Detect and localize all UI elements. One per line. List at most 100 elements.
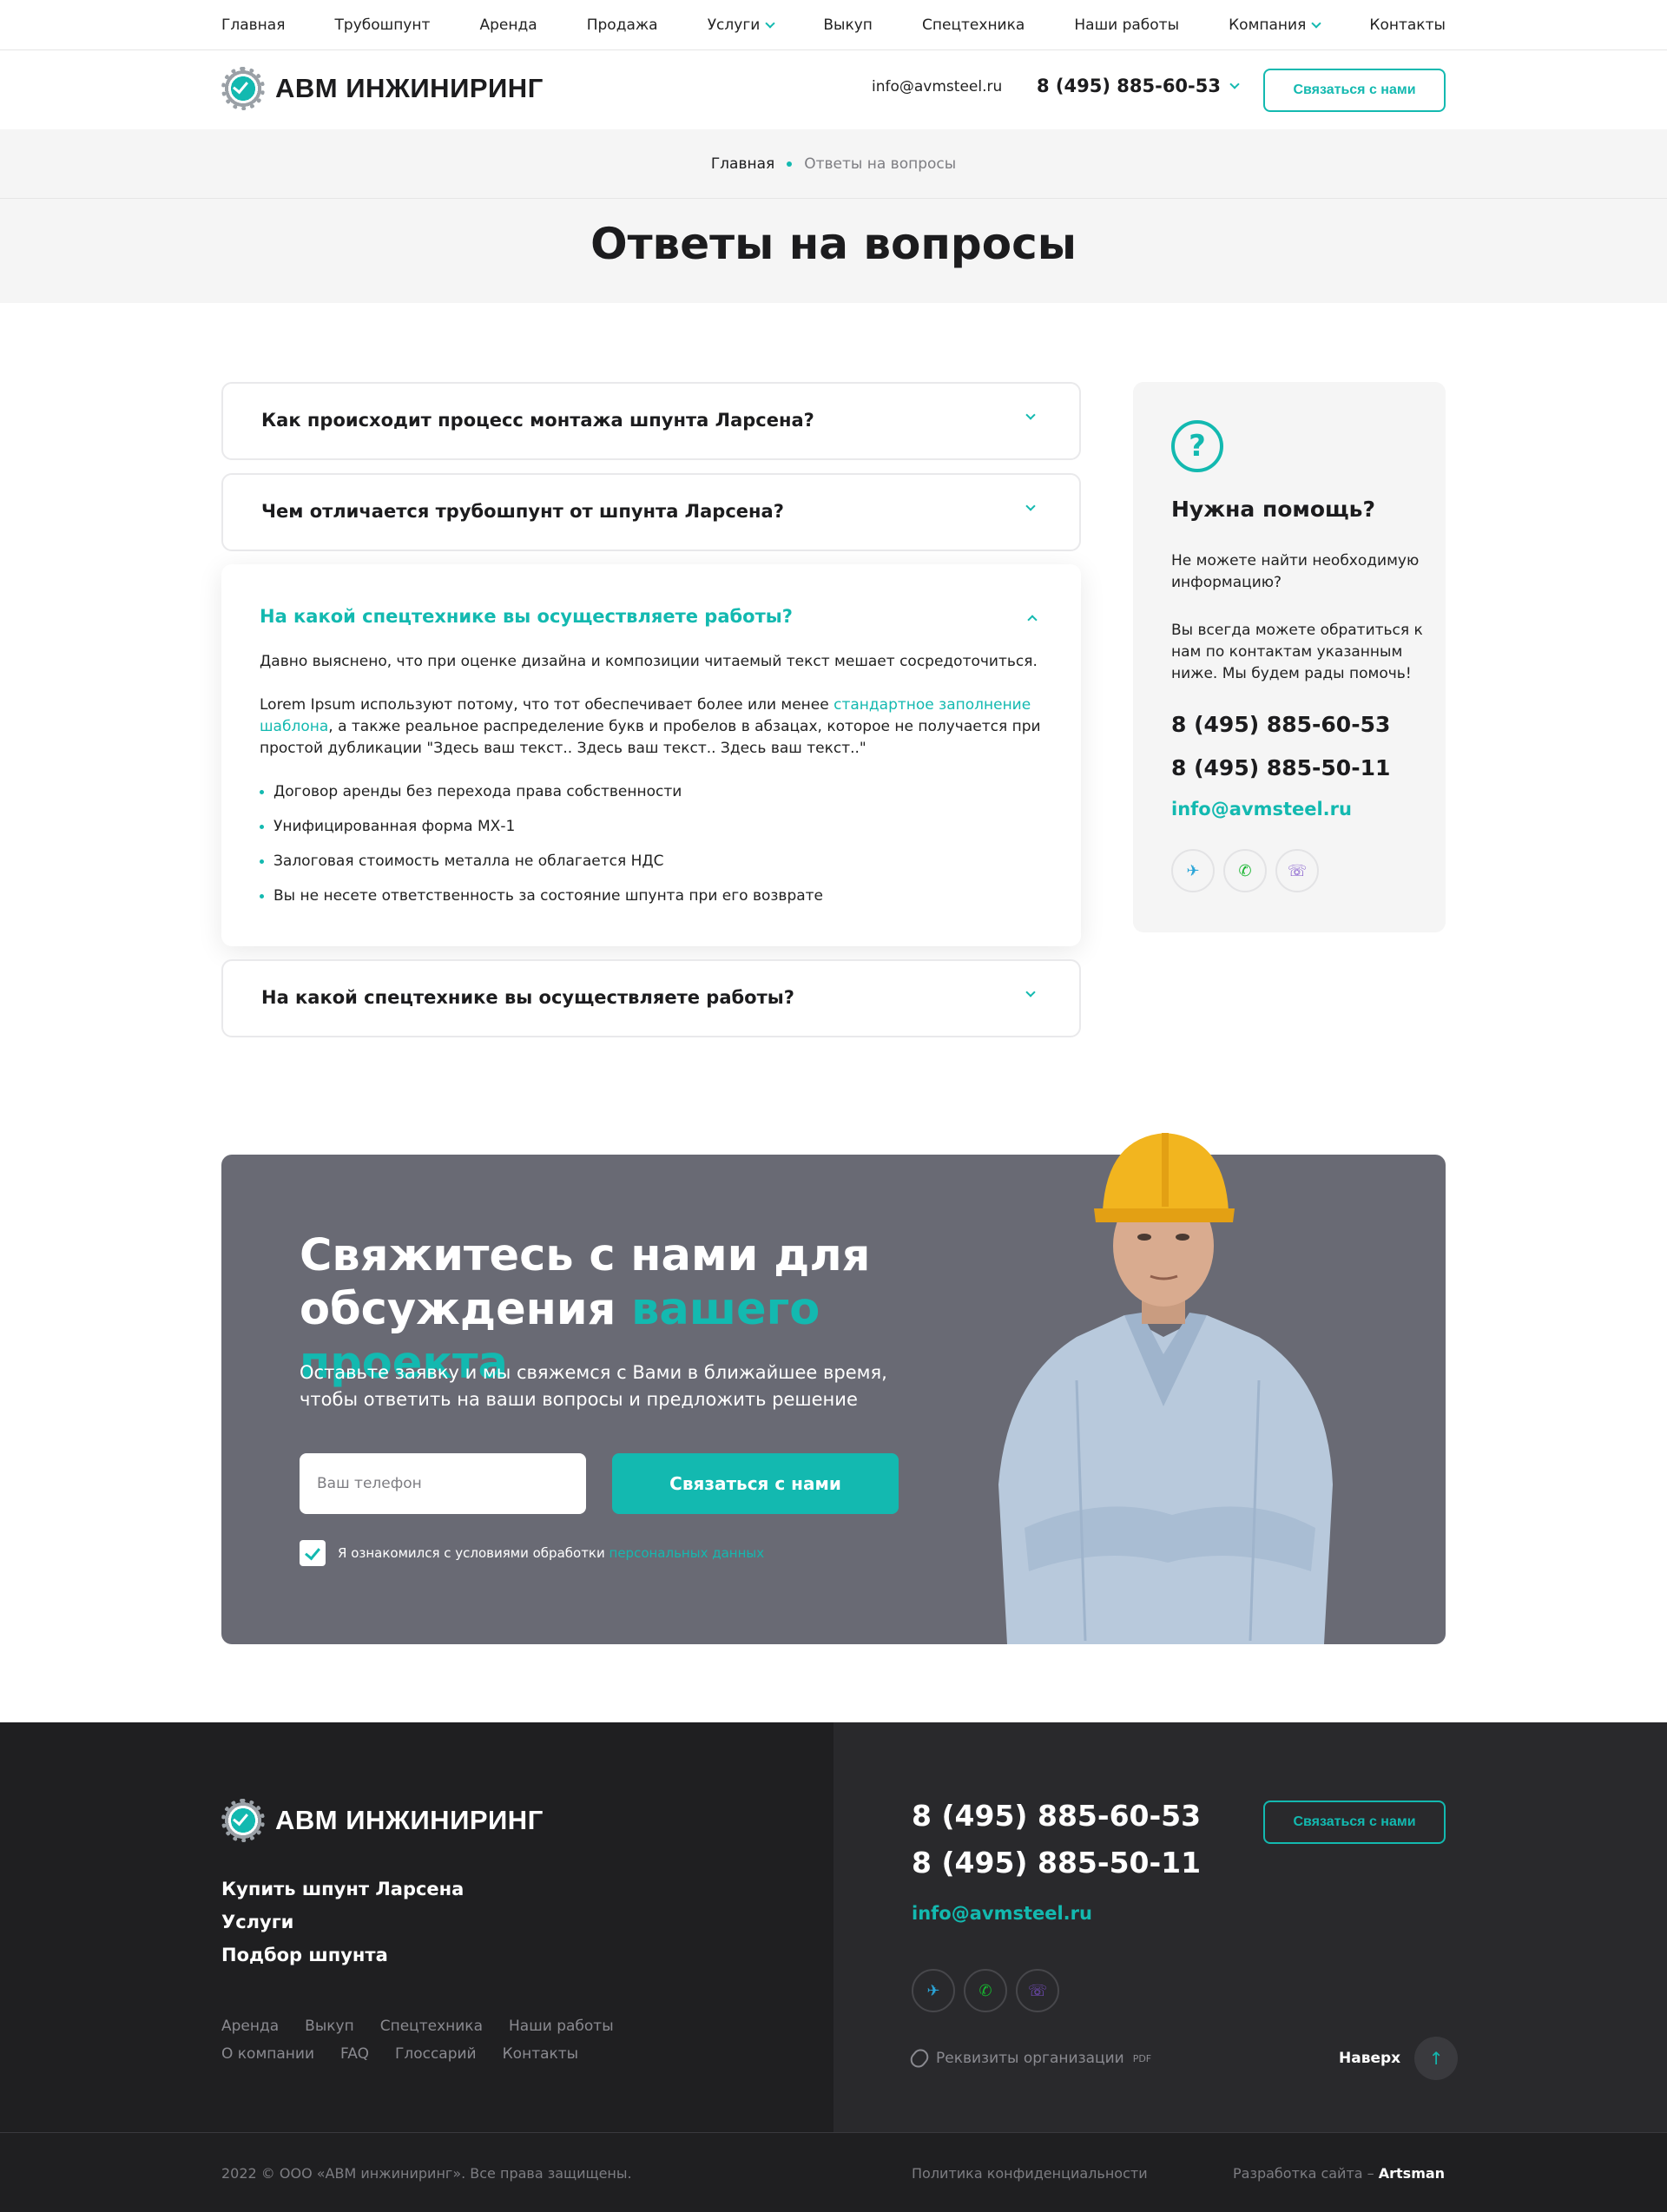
- developer-link[interactable]: Artsman: [1379, 2165, 1445, 2182]
- footer-contact-button[interactable]: Связаться с нами: [1263, 1801, 1446, 1844]
- scroll-to-top-button[interactable]: Наверх ↑: [1339, 2037, 1459, 2080]
- header-email-link[interactable]: info@avmsteel.ru: [872, 78, 1002, 95]
- help-title: Нужна помощь?: [1171, 497, 1375, 522]
- nav-item-home[interactable]: Главная: [221, 16, 285, 34]
- logo-text: АВМ ИНЖИНИРИНГ: [275, 73, 544, 103]
- nav-label: Услуги: [707, 16, 761, 34]
- privacy-policy-link[interactable]: Политика конфиденциальности: [912, 2165, 1148, 2182]
- help-socials: ✈ ✆ ☏: [1171, 849, 1319, 892]
- logo[interactable]: АВМ ИНЖИНИРИНГ: [221, 67, 544, 110]
- footer-phone-1[interactable]: 8 (495) 885-60-53: [912, 1799, 1201, 1833]
- pdf-badge: PDF: [1132, 2052, 1152, 2064]
- breadcrumb-separator-dot: [787, 161, 793, 167]
- chevron-down-icon[interactable]: [1025, 987, 1036, 997]
- footer-menu-item[interactable]: Купить шпунт Ларсена: [221, 1879, 464, 1899]
- breadcrumb-home[interactable]: Главная: [711, 155, 774, 173]
- footer-link[interactable]: Контакты: [503, 2045, 579, 2063]
- nav-item-contacts[interactable]: Контакты: [1369, 16, 1446, 34]
- consent-checkbox[interactable]: [300, 1540, 326, 1566]
- nav-item-services[interactable]: Услуги: [707, 16, 775, 34]
- page-title: Ответы на вопросы: [590, 219, 1077, 269]
- chevron-down-icon[interactable]: [1025, 410, 1036, 420]
- arrow-up-icon: ↑: [1414, 2037, 1459, 2080]
- faq-answer: Давно выяснено, что при оценке дизайна и…: [260, 651, 1041, 920]
- footer-email-link[interactable]: info@avmsteel.ru: [912, 1903, 1092, 1924]
- nav-label: Продажа: [586, 16, 658, 34]
- faq-item[interactable]: Чем отличается трубошпунт от шпунта Ларс…: [221, 473, 1081, 551]
- nav-label: Компания: [1229, 16, 1307, 34]
- viber-icon[interactable]: ☏: [1016, 1969, 1059, 2012]
- chevron-down-icon: [765, 18, 775, 29]
- footer-menu-item[interactable]: Подбор шпунта: [221, 1945, 464, 1965]
- footer-main-menu: Купить шпунт Ларсена Услуги Подбор шпунт…: [221, 1879, 464, 1978]
- faq-question: Чем отличается трубошпунт от шпунта Ларс…: [261, 501, 784, 522]
- footer-socials: ✈ ✆ ☏: [912, 1969, 1059, 2012]
- nav-label: Контакты: [1369, 16, 1446, 34]
- top-navigation: Главная Трубошпунт Аренда Продажа Услуги…: [0, 0, 1667, 50]
- footer-menu-item[interactable]: Услуги: [221, 1912, 464, 1932]
- chevron-down-icon: [1311, 18, 1321, 29]
- answer-text: , а также реальное распределение букв и …: [260, 718, 1041, 757]
- site-header: АВМ ИНЖИНИРИНГ info@avmsteel.ru 8 (495) …: [0, 51, 1667, 129]
- chevron-up-icon[interactable]: [1027, 615, 1038, 625]
- faq-question: Как происходит процесс монтажа шпунта Ла…: [261, 410, 814, 431]
- requisites-link[interactable]: Реквизиты организации PDF: [907, 2045, 1152, 2071]
- nav-label: Трубошпунт: [334, 16, 431, 34]
- nav-item-company[interactable]: Компания: [1229, 16, 1321, 34]
- footer-link[interactable]: Аренда: [221, 2018, 279, 2035]
- faq-question: На какой спецтехнике вы осуществляете ра…: [260, 606, 793, 627]
- answer-text: Lorem Ipsum используют потому, что тот о…: [260, 696, 834, 714]
- site-footer: АВМ ИНЖИНИРИНГ Купить шпунт Ларсена Услу…: [0, 1722, 1667, 2212]
- footer-link[interactable]: Спецтехника: [380, 2018, 483, 2035]
- footer-link[interactable]: О компании: [221, 2045, 314, 2063]
- faq-answer-list: Договор аренды без перехода права собств…: [260, 781, 1041, 907]
- consent-text: Я ознакомился с условиями обработки: [338, 1545, 609, 1561]
- footer-link[interactable]: FAQ: [340, 2045, 369, 2063]
- faq-item[interactable]: На какой спецтехнике вы осуществляете ра…: [221, 959, 1081, 1037]
- faq-item-expanded[interactable]: На какой спецтехнике вы осуществляете ра…: [221, 564, 1081, 946]
- contact-us-button[interactable]: Связаться с нами: [1263, 69, 1446, 112]
- faq-item[interactable]: Как происходит процесс монтажа шпунта Ла…: [221, 382, 1081, 460]
- nav-item-rent[interactable]: Аренда: [479, 16, 537, 34]
- page-heading-band: Главная Ответы на вопросы Ответы на вопр…: [0, 129, 1667, 303]
- footer-link[interactable]: Глоссарий: [395, 2045, 477, 2063]
- paperclip-icon: [907, 2045, 932, 2071]
- phone-input[interactable]: [300, 1453, 586, 1514]
- faq-question: На какой спецтехнике вы осуществляете ра…: [261, 987, 794, 1008]
- nav-item-sale[interactable]: Продажа: [587, 16, 658, 34]
- nav-label: Выкуп: [823, 16, 873, 34]
- footer-logo[interactable]: АВМ ИНЖИНИРИНГ: [221, 1799, 544, 1842]
- footer-divider: [0, 2132, 1667, 2133]
- breadcrumb: Главная Ответы на вопросы: [0, 129, 1667, 199]
- nav-item-pipe-sheet[interactable]: Трубошпунт: [335, 16, 431, 34]
- worker-photo: [998, 1133, 1333, 1644]
- logo-text: АВМ ИНЖИНИРИНГ: [275, 1805, 544, 1835]
- chevron-down-icon[interactable]: [1025, 501, 1036, 511]
- personal-data-link[interactable]: персональных данных: [609, 1545, 765, 1561]
- cta-submit-button[interactable]: Связаться с нами: [612, 1453, 899, 1514]
- chevron-down-icon: [1229, 79, 1240, 89]
- phone-icon[interactable]: ✆: [964, 1969, 1007, 2012]
- list-item: Договор аренды без перехода права собств…: [260, 781, 1041, 803]
- help-email-link[interactable]: info@avmsteel.ru: [1171, 799, 1352, 820]
- footer-contacts-panel: [834, 1722, 1667, 2132]
- nav-label: Спецтехника: [922, 16, 1025, 34]
- telegram-icon[interactable]: ✈: [1171, 849, 1215, 892]
- faq-answer-paragraph: Давно выяснено, что при оценке дизайна и…: [260, 653, 1038, 670]
- header-phone[interactable]: 8 (495) 885-60-53: [1037, 76, 1240, 96]
- footer-link[interactable]: Наши работы: [509, 2018, 614, 2035]
- viber-icon[interactable]: ☏: [1275, 849, 1319, 892]
- nav-label: Главная: [221, 16, 286, 34]
- nav-item-works[interactable]: Наши работы: [1074, 16, 1179, 34]
- phone-icon[interactable]: ✆: [1223, 849, 1267, 892]
- help-phone-1[interactable]: 8 (495) 885-60-53: [1171, 712, 1390, 737]
- breadcrumb-current: Ответы на вопросы: [804, 155, 957, 173]
- telegram-icon[interactable]: ✈: [912, 1969, 955, 2012]
- footer-link[interactable]: Выкуп: [305, 2018, 354, 2035]
- header-phone-number: 8 (495) 885-60-53: [1037, 76, 1221, 96]
- footer-phone-2[interactable]: 8 (495) 885-50-11: [912, 1846, 1201, 1880]
- requisites-label: Реквизиты организации: [936, 2050, 1124, 2067]
- help-phone-2[interactable]: 8 (495) 885-50-11: [1171, 755, 1390, 780]
- nav-item-buyout[interactable]: Выкуп: [823, 16, 873, 34]
- nav-item-machinery[interactable]: Спецтехника: [922, 16, 1025, 34]
